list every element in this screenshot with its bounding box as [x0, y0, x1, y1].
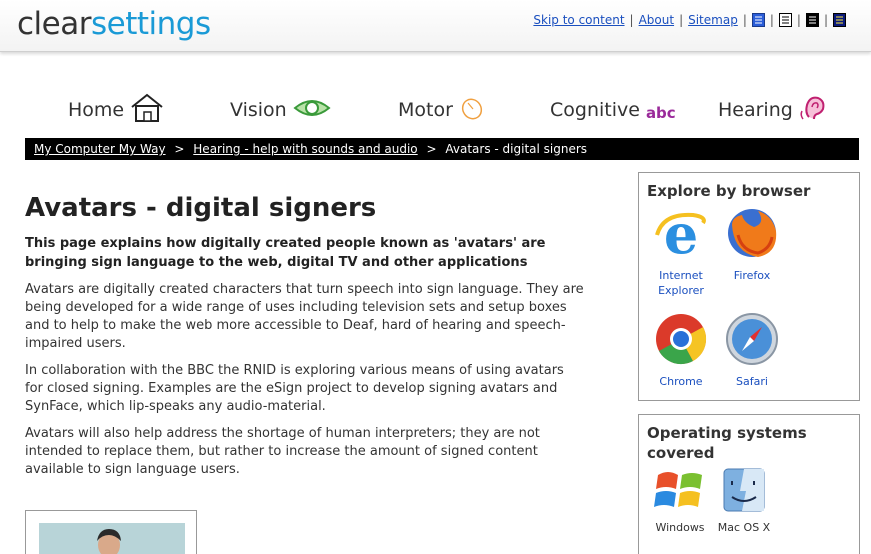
breadcrumb-home-link[interactable]: My Computer My Way	[34, 142, 166, 156]
browser-chrome[interactable]: Chrome	[644, 311, 718, 389]
separator: |	[742, 13, 747, 27]
intro-text: This page explains how digitally created…	[25, 236, 546, 270]
operating-systems-title: Operating systems covered	[647, 424, 807, 462]
avatar-photo	[39, 523, 185, 554]
firefox-label: Firefox	[733, 269, 771, 282]
operating-systems-box: Operating systems covered Windows Mac OS…	[638, 414, 860, 554]
avatar-photo-frame	[25, 510, 197, 554]
breadcrumb: My Computer My Way > Hearing - help with…	[25, 138, 859, 160]
color-scheme-navy-icon[interactable]	[833, 13, 846, 27]
os-windows[interactable]: Windows	[643, 467, 717, 535]
os-macos[interactable]: Mac OS X	[707, 467, 781, 535]
safari-icon	[724, 313, 780, 371]
logo-part-settings: settings	[90, 6, 211, 42]
breadcrumb-separator: >	[174, 142, 185, 156]
nav-hearing-label: Hearing	[718, 99, 793, 121]
paragraph-1: Avatars are digitally created characters…	[25, 282, 584, 351]
chrome-label: Chrome	[659, 375, 703, 388]
nav-cognitive-label: Cognitive	[550, 99, 640, 121]
browser-firefox[interactable]: Firefox	[715, 205, 789, 283]
separator: |	[823, 13, 828, 27]
macos-label: Mac OS X	[717, 521, 771, 534]
internet-explorer-label: Internet Explorer	[658, 269, 704, 297]
about-link[interactable]: About	[639, 13, 674, 27]
nav-home[interactable]: Home	[68, 88, 164, 132]
skip-to-content-link[interactable]: Skip to content	[533, 13, 624, 27]
breadcrumb-separator: >	[426, 142, 437, 156]
eye-icon	[293, 96, 331, 125]
logo-part-clear: clear	[17, 6, 91, 42]
windows-label: Windows	[655, 521, 705, 534]
nav-home-label: Home	[68, 99, 125, 121]
firefox-icon	[724, 209, 780, 265]
abc-icon: abc	[645, 103, 676, 122]
ear-icon	[799, 93, 829, 128]
nav-motor-label: Motor	[398, 99, 453, 121]
breadcrumb-hearing-link[interactable]: Hearing - help with sounds and audio	[193, 142, 417, 156]
nav-motor[interactable]: Motor	[398, 88, 485, 132]
main-content: Avatars - digital signers This page expl…	[25, 190, 585, 479]
nav-vision-label: Vision	[230, 99, 287, 121]
separator: |	[796, 13, 801, 27]
chrome-icon	[653, 314, 709, 371]
explore-by-browser-box: Explore by browser e Internet Explorer F…	[638, 172, 860, 401]
site-header: clearsettings Skip to content | About | …	[0, 0, 871, 52]
color-scheme-blue-icon[interactable]	[751, 13, 765, 27]
main-nav: Home Vision Motor Cognitive abc Hearing	[0, 88, 871, 132]
browser-ie[interactable]: e Internet Explorer	[644, 202, 718, 298]
site-logo[interactable]: clearsettings	[17, 4, 211, 44]
mac-finder-icon	[722, 468, 766, 517]
internet-explorer-icon: e	[653, 202, 709, 266]
page-title: Avatars - digital signers	[25, 193, 377, 223]
breadcrumb-current: Avatars - digital signers	[445, 142, 588, 156]
separator: |	[679, 13, 684, 27]
paragraph-2: In collaboration with the BBC the RNID i…	[25, 363, 564, 414]
browser-safari[interactable]: Safari	[715, 311, 789, 389]
sitemap-link[interactable]: Sitemap	[688, 13, 738, 27]
separator: |	[769, 13, 774, 27]
house-icon	[130, 93, 164, 128]
color-scheme-black-icon[interactable]	[805, 13, 819, 27]
nav-hearing[interactable]: Hearing	[718, 88, 829, 132]
windows-icon	[654, 472, 706, 517]
separator: |	[629, 13, 634, 27]
nav-cognitive[interactable]: Cognitive abc	[550, 88, 676, 132]
safari-label: Safari	[736, 375, 768, 388]
explore-by-browser-title: Explore by browser	[647, 182, 811, 200]
paragraph-3: Avatars will also help address the short…	[25, 426, 540, 477]
top-links: Skip to content | About | Sitemap | | | …	[533, 13, 846, 27]
mouse-icon	[459, 95, 485, 126]
nav-vision[interactable]: Vision	[230, 88, 331, 132]
color-scheme-white-icon[interactable]	[778, 13, 792, 27]
